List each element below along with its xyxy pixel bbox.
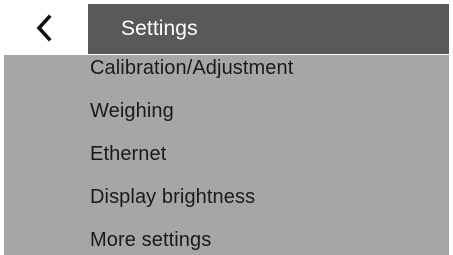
menu-item-label: Calibration/Adjustment <box>90 56 294 79</box>
settings-menu: Calibration/Adjustment Weighing Ethernet… <box>4 55 449 255</box>
menu-item-label: More settings <box>90 228 212 251</box>
menu-item-more-settings[interactable]: More settings <box>4 220 449 255</box>
menu-item-calibration[interactable]: Calibration/Adjustment <box>4 55 449 88</box>
menu-item-weighing[interactable]: Weighing <box>4 91 449 131</box>
header: Settings <box>0 0 453 55</box>
page-title: Settings <box>121 17 198 40</box>
menu-item-label: Weighing <box>90 99 174 122</box>
title-bar: Settings <box>88 4 449 54</box>
menu-item-display-brightness[interactable]: Display brightness <box>4 177 449 217</box>
menu-item-label: Display brightness <box>90 185 256 208</box>
menu-item-ethernet[interactable]: Ethernet <box>4 134 449 174</box>
settings-screen: Settings Calibration/Adjustment Weighing… <box>0 0 453 255</box>
menu-item-label: Ethernet <box>90 142 167 165</box>
chevron-left-icon <box>34 13 54 42</box>
back-button[interactable] <box>0 0 88 55</box>
